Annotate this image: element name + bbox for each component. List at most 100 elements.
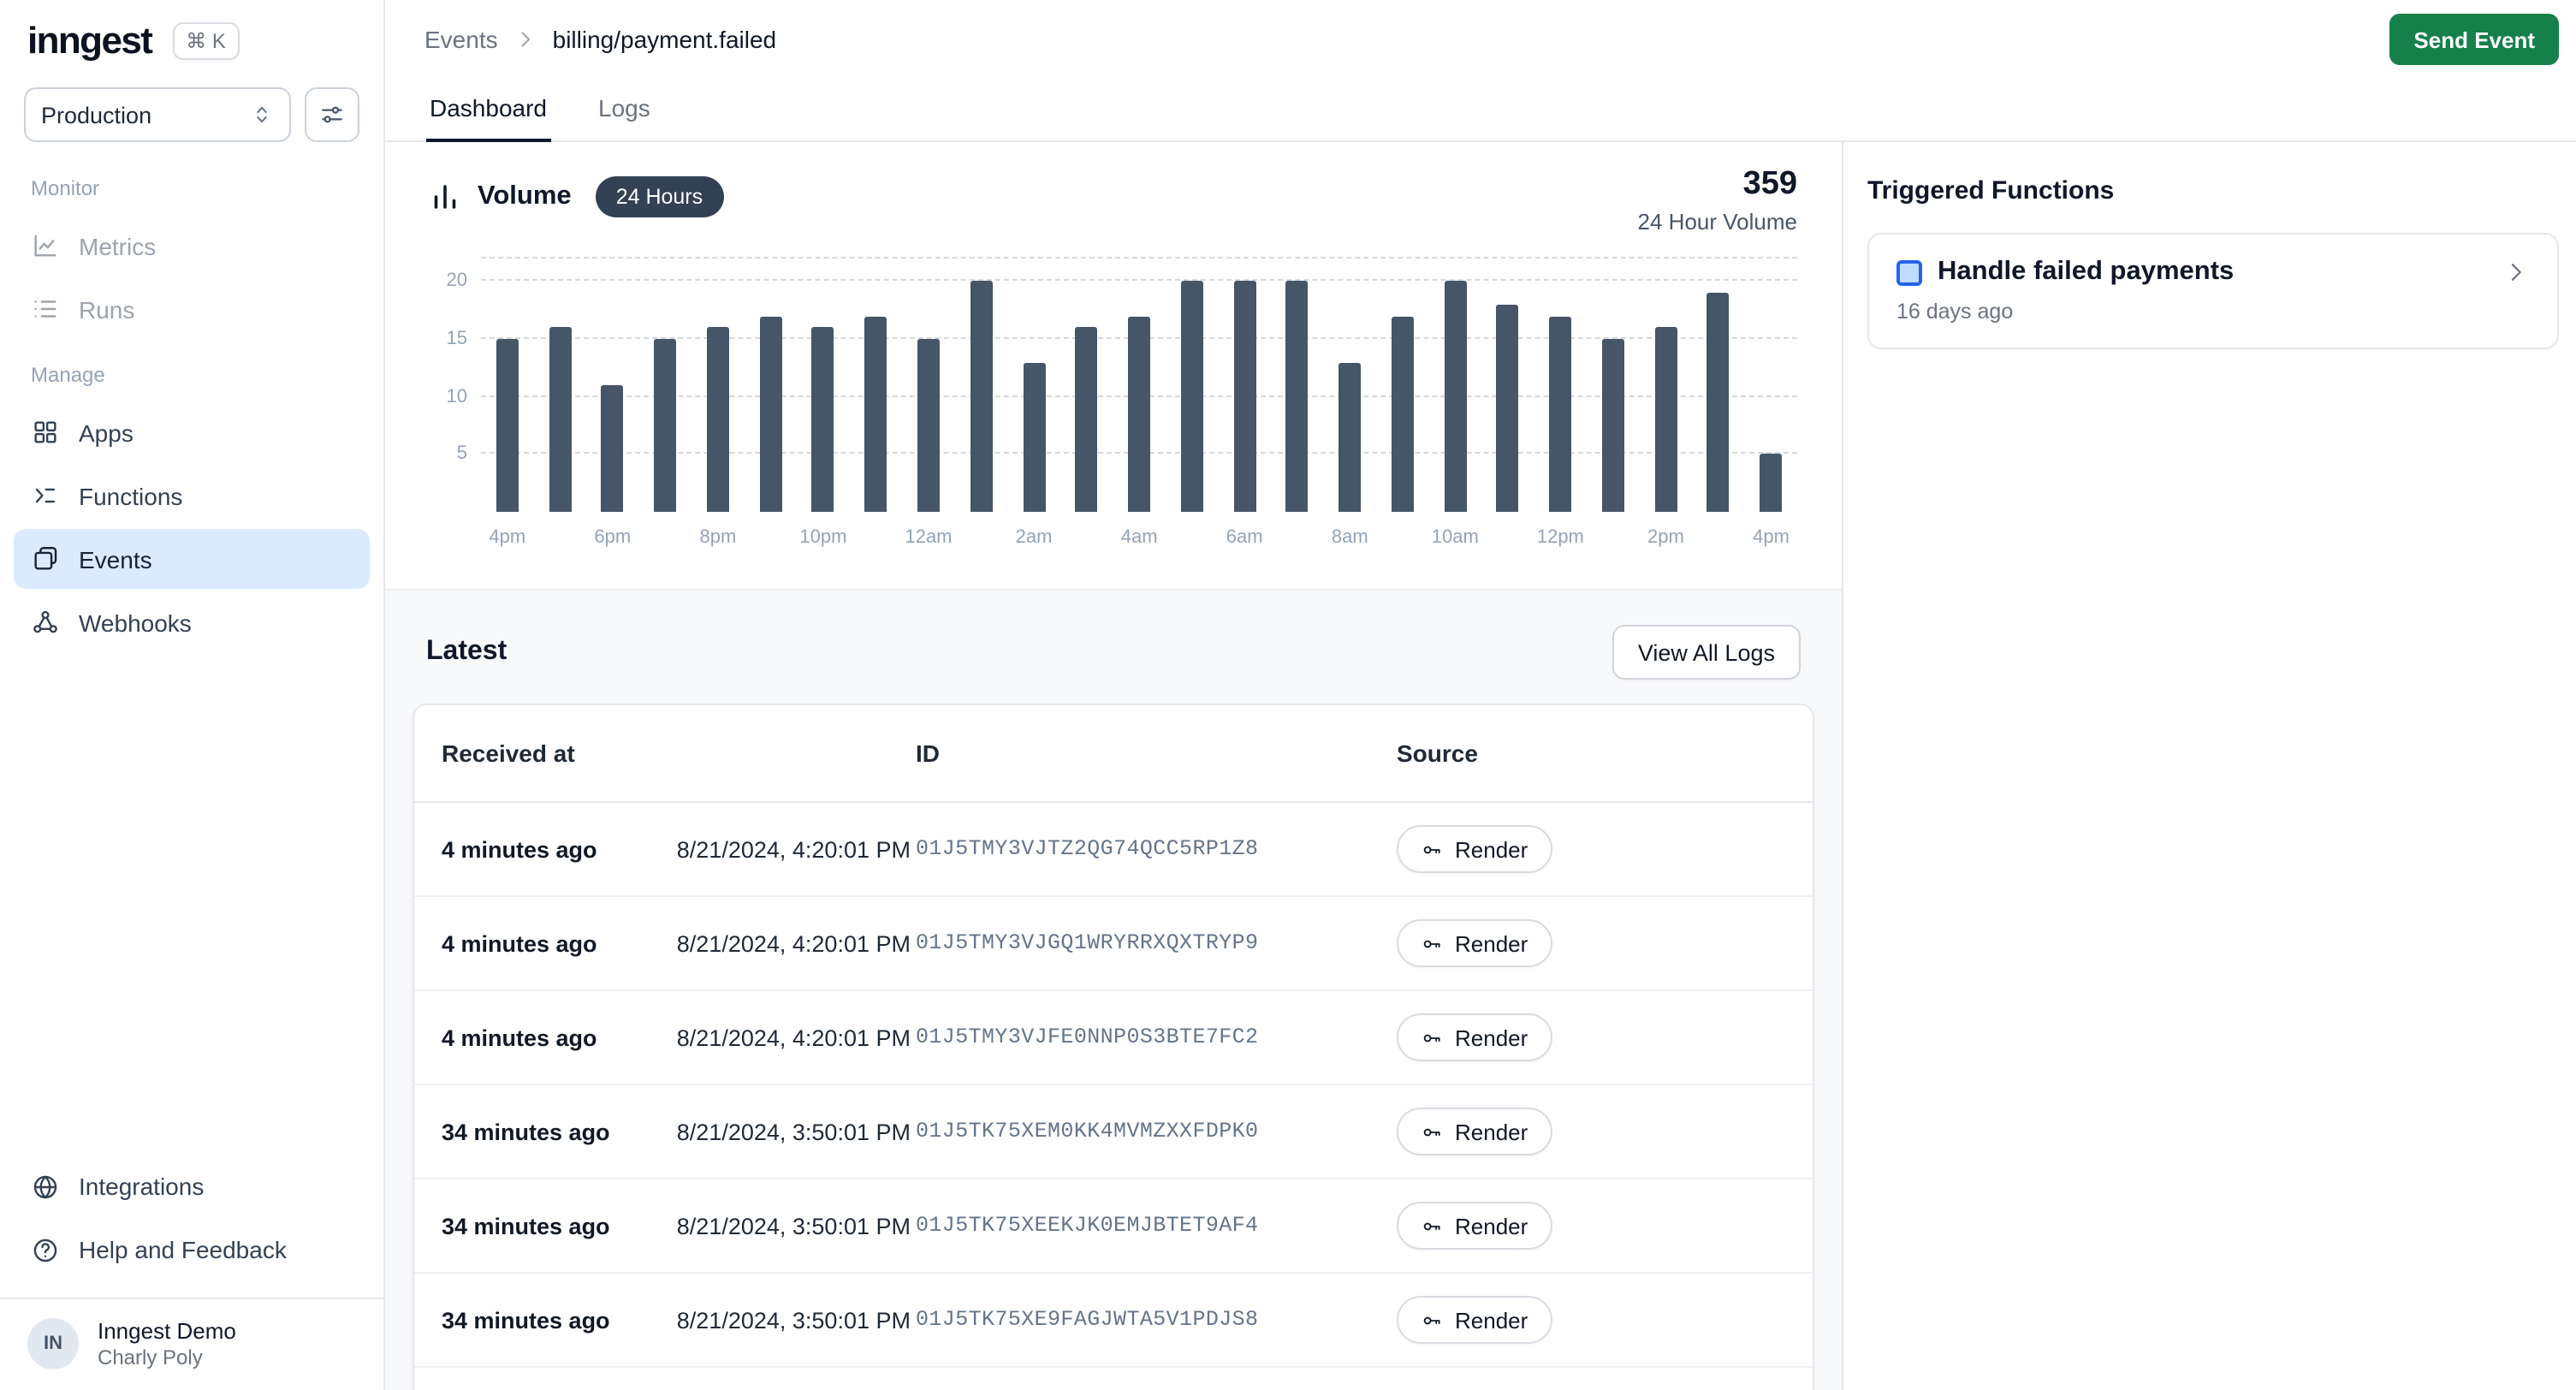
table-header-row: Received atIDSource <box>414 705 1813 803</box>
bar[interactable] <box>549 328 571 512</box>
sidebar-item-webhooks[interactable]: Webhooks <box>14 592 370 652</box>
user-menu[interactable]: IN Inngest Demo Charly Poly <box>0 1298 383 1390</box>
source-badge[interactable]: Render <box>1397 1013 1552 1061</box>
source-badge-label: Render <box>1455 1307 1528 1333</box>
x-tick-label <box>955 527 1008 548</box>
tab-logs[interactable]: Logs <box>595 79 654 142</box>
chart-x-axis: 4pm6pm8pm10pm12am2am4am6am8am10am12pm2pm… <box>481 527 1797 548</box>
bar[interactable] <box>707 328 729 512</box>
sidebar-item-events[interactable]: Events <box>14 529 370 589</box>
table-row[interactable]: 34 minutes ago8/21/2024, 3:50:01 PM01J5T… <box>414 1179 1813 1274</box>
breadcrumb-current: billing/payment.failed <box>553 26 777 53</box>
send-event-button[interactable]: Send Event <box>2389 14 2559 65</box>
table-row[interactable]: 4 minutes ago8/21/2024, 4:20:01 PM01J5TM… <box>414 991 1813 1085</box>
bar[interactable] <box>1181 282 1203 512</box>
source-badge[interactable]: Render <box>1397 919 1552 967</box>
sidebar: inngest ⌘ K Production MonitorMetricsRun… <box>0 0 385 1390</box>
bar[interactable] <box>1392 316 1414 512</box>
sidebar-item-functions[interactable]: Functions <box>14 466 370 526</box>
received-at-cell: 34 minutes ago 8/21/2024, 3:50:01 PM <box>414 1213 911 1239</box>
x-tick-label: 2am <box>1007 527 1060 548</box>
sidebar-item-help-and-feedback[interactable]: Help and Feedback <box>14 1221 370 1280</box>
environment-selector[interactable]: Production <box>24 87 291 142</box>
events-icon <box>31 544 60 573</box>
function-card[interactable]: Handle failed payments16 days ago <box>1867 233 2559 349</box>
relative-time: 34 minutes ago <box>442 1213 610 1239</box>
bar[interactable] <box>1760 454 1783 512</box>
bar[interactable] <box>1286 282 1309 512</box>
latest-title: Latest <box>426 637 507 668</box>
received-at-cell: 4 minutes ago8/21/2024, 4:20:01 PM <box>414 1025 911 1050</box>
key-icon <box>1421 1309 1443 1331</box>
sidebar-header: inngest ⌘ K <box>0 0 383 74</box>
range-badge[interactable]: 24 Hours <box>596 176 723 217</box>
source-badge[interactable]: Render <box>1397 1202 1552 1250</box>
bar[interactable] <box>1497 305 1519 512</box>
command-k-shortcut[interactable]: ⌘ K <box>172 22 240 60</box>
table-row[interactable]: 34 minutes ago8/21/2024, 3:50:01 PM01J5T… <box>414 1085 1813 1179</box>
x-tick-label: 12pm <box>1534 527 1588 548</box>
source-badge-label: Render <box>1455 1213 1528 1239</box>
sidebar-item-runs[interactable]: Runs <box>14 279 370 339</box>
bar[interactable] <box>1233 282 1255 512</box>
bar[interactable] <box>1338 362 1361 512</box>
timestamp: 8/21/2024, 4:20:01 PM <box>677 930 911 956</box>
relative-time: 34 minutes ago <box>442 1307 610 1333</box>
main-column: Volume 24 Hours 359 24 Hour Volume 51015… <box>385 142 1842 1390</box>
event-id: 01J5TK75XE9FAGJWTA5V1PDJS8 <box>911 1308 1392 1332</box>
bar[interactable] <box>1654 328 1677 512</box>
volume-card-header: Volume 24 Hours 359 24 Hour Volume <box>430 166 1797 235</box>
bar-slot <box>850 258 903 512</box>
bar[interactable] <box>1444 282 1466 512</box>
breadcrumb: Events billing/payment.failed <box>424 26 776 53</box>
bar[interactable] <box>1707 293 1730 512</box>
volume-card: Volume 24 Hours 359 24 Hour Volume 51015… <box>385 142 1842 589</box>
sidebar-item-apps[interactable]: Apps <box>14 402 370 462</box>
bar[interactable] <box>917 339 940 512</box>
tab-dashboard[interactable]: Dashboard <box>426 79 550 142</box>
bar[interactable] <box>759 316 781 512</box>
source-badge[interactable]: Render <box>1397 825 1552 873</box>
bar[interactable] <box>1128 316 1150 512</box>
breadcrumb-parent[interactable]: Events <box>424 26 498 53</box>
table-row[interactable]: 4 minutes ago8/21/2024, 4:20:01 PM01J5TM… <box>414 897 1813 991</box>
bar[interactable] <box>496 339 519 512</box>
volume-title: Volume <box>478 181 572 212</box>
x-tick-label <box>1481 527 1534 548</box>
x-tick-label <box>1376 527 1429 548</box>
relative-time: 4 minutes ago <box>442 836 597 862</box>
chart-y-axis: 5101520 <box>430 258 481 512</box>
bar[interactable] <box>970 282 993 512</box>
x-tick-label: 8am <box>1324 527 1377 548</box>
bar[interactable] <box>864 316 887 512</box>
bar[interactable] <box>1602 339 1624 512</box>
column-header-id: ID <box>911 740 1392 767</box>
x-tick-label: 6am <box>1218 527 1271 548</box>
source-badge[interactable]: Render <box>1397 1296 1552 1344</box>
table-row[interactable]: 34 minutes ago8/21/2024, 3:50:01 PM01J5T… <box>414 1274 1813 1368</box>
bar-chart-icon <box>430 181 460 212</box>
bar[interactable] <box>1549 316 1571 512</box>
bar[interactable] <box>1023 362 1045 512</box>
triggered-functions-list: Handle failed payments16 days ago <box>1867 233 2559 349</box>
event-id: 01J5TK75XEM0KK4MVMZXXFDPK0 <box>911 1120 1392 1143</box>
bar[interactable] <box>812 328 834 512</box>
sidebar-item-integrations[interactable]: Integrations <box>14 1157 370 1217</box>
environment-settings-button[interactable] <box>305 87 359 142</box>
y-tick-label: 5 <box>457 444 467 465</box>
app-window: inngest ⌘ K Production MonitorMetricsRun… <box>0 0 2576 1390</box>
webhooks-icon <box>31 608 60 637</box>
bar-slot <box>1060 258 1113 512</box>
timestamp: 8/21/2024, 3:50:01 PM <box>677 1213 911 1239</box>
relative-time: 4 minutes ago <box>442 1025 597 1050</box>
source-badge[interactable]: Render <box>1397 1108 1552 1155</box>
x-tick-label: 2pm <box>1640 527 1693 548</box>
x-tick-label: 6pm <box>586 527 639 548</box>
bar[interactable] <box>602 385 624 512</box>
table-row[interactable]: 4 minutes ago8/21/2024, 4:20:01 PM01J5TM… <box>414 803 1813 897</box>
sidebar-item-metrics[interactable]: Metrics <box>14 216 370 276</box>
table-row[interactable]: 44 minutes ago8/21/2024, 3:40:01 PM01J5T… <box>414 1368 1813 1390</box>
bar[interactable] <box>654 339 676 512</box>
view-all-logs-button[interactable]: View All Logs <box>1612 625 1801 680</box>
bar[interactable] <box>1076 328 1098 512</box>
